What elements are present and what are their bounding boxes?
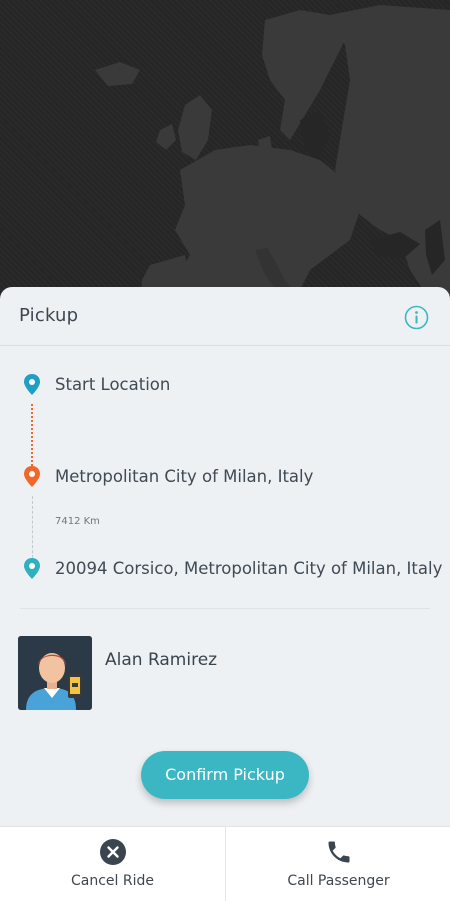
section-divider <box>20 608 430 609</box>
route-connector-orange <box>31 404 33 466</box>
start-location-pin-icon <box>22 373 42 397</box>
pickup-sheet: Pickup Start Location Metropolitan City … <box>0 287 450 900</box>
destination-pin-icon <box>22 557 42 581</box>
route-connector-grey <box>32 496 33 558</box>
europe-map-illustration <box>95 5 450 300</box>
bottom-action-bar: Cancel Ride Call Passenger <box>0 826 450 901</box>
destination-address: 20094 Corsico, Metropolitan City of Mila… <box>55 559 443 578</box>
map-background[interactable] <box>0 0 450 300</box>
avatar[interactable] <box>18 636 92 710</box>
call-passenger-label: Call Passenger <box>287 873 390 889</box>
passenger-name: Alan Ramirez <box>105 650 218 670</box>
page-title: Pickup <box>19 305 79 326</box>
phone-icon <box>325 838 353 866</box>
close-circle-icon <box>99 838 127 866</box>
info-icon[interactable] <box>404 305 429 330</box>
call-passenger-button[interactable]: Call Passenger <box>226 827 450 901</box>
pickup-pin-icon <box>22 465 42 489</box>
pickup-address: Metropolitan City of Milan, Italy <box>55 467 314 486</box>
cancel-ride-label: Cancel Ride <box>71 873 154 889</box>
start-location-label: Start Location <box>55 375 171 394</box>
cancel-ride-button[interactable]: Cancel Ride <box>0 827 225 901</box>
route-distance: 7412 Km <box>55 516 100 527</box>
sheet-header: Pickup <box>0 287 450 346</box>
confirm-pickup-button[interactable]: Confirm Pickup <box>141 751 309 799</box>
